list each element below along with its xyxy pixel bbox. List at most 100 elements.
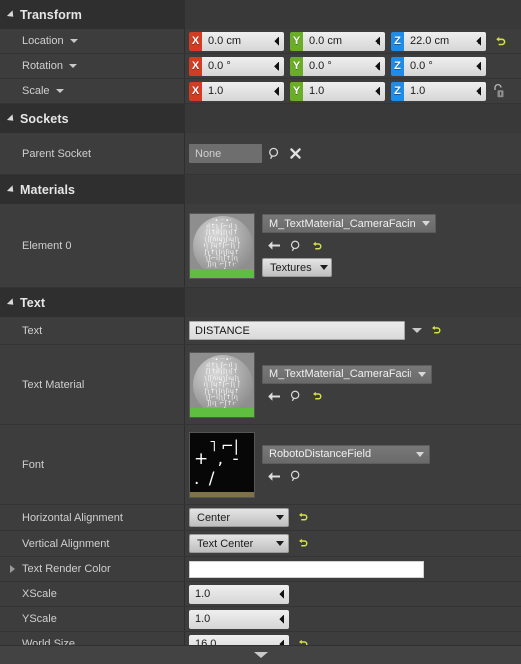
back-arrow-icon[interactable] — [266, 468, 283, 485]
row-value-text: DISTANCE — [185, 317, 521, 344]
text-material-thumbnail[interactable]: ·∙ ·ˑ∙· ıl↑ʅ ʃ⌐ıl ʅ ʃ|↑ılʅ|ʅıʃ↑ ʅ|ʃ∩ıɥʅʃıɥ|… — [189, 351, 255, 418]
row-label-scale[interactable]: Scale — [0, 79, 185, 103]
drag-handle-icon[interactable] — [472, 37, 481, 46]
collapse-triangle-icon[interactable] — [6, 9, 17, 20]
section-header-materials[interactable]: Materials — [0, 175, 521, 204]
magnifier-icon[interactable] — [287, 468, 304, 485]
chevron-down-icon[interactable] — [276, 541, 284, 546]
rotation-z-input[interactable]: 0.0 ° — [404, 56, 486, 76]
chevron-down-icon[interactable] — [319, 265, 328, 270]
reset-arrow-icon[interactable] — [297, 511, 310, 524]
horizontal-alignment-dropdown[interactable]: Center — [189, 508, 289, 527]
row-label-text-render-color[interactable]: Text Render Color — [0, 557, 185, 581]
label-text: Text — [22, 324, 43, 337]
thumbnail-glyph-overlay: ·∙ ·ˑ∙· ıl↑ʅ ʃ⌐ıl ʅ ʃ|↑ılʅ|ʅıʃ↑ ʅ|ʃ∩ıɥʅʃıɥ|… — [203, 217, 241, 272]
section-title: Text — [20, 295, 46, 310]
magnifier-icon[interactable] — [266, 145, 283, 162]
text-input-value: DISTANCE — [195, 324, 250, 337]
axis-label-z: Z — [391, 31, 404, 51]
font-asset-combo[interactable]: RobotoDistanceField — [262, 444, 430, 464]
back-arrow-icon[interactable] — [266, 388, 283, 405]
text-render-color-swatch[interactable] — [189, 560, 424, 578]
reset-arrow-icon[interactable] — [494, 35, 507, 48]
yscale-input[interactable]: 1.0 — [189, 609, 289, 629]
axis-label-y: Y — [290, 56, 303, 76]
font-thumbnail[interactable]: ˥ ⌐| + , - . / — [189, 431, 255, 498]
section-header-text[interactable]: Text — [0, 288, 521, 317]
text-material-asset-combo[interactable]: M_TextMaterial_CameraFacing — [262, 364, 432, 384]
drag-handle-icon[interactable] — [472, 62, 481, 71]
location-z-input[interactable]: 22.0 cm — [404, 31, 486, 51]
vertical-alignment-value: Text Center — [197, 537, 254, 550]
magnifier-icon[interactable] — [287, 237, 304, 254]
collapse-triangle-icon[interactable] — [6, 184, 17, 195]
drag-handle-icon[interactable] — [270, 37, 279, 46]
row-label-text: Text — [0, 317, 185, 344]
collapse-triangle-icon[interactable] — [6, 113, 17, 124]
reset-arrow-icon[interactable] — [308, 237, 325, 254]
drag-handle-icon[interactable] — [275, 615, 284, 624]
section-header-transform-left: Transform — [0, 0, 185, 29]
reset-arrow-icon[interactable] — [430, 324, 443, 337]
section-title: Transform — [20, 7, 83, 22]
scale-x-value: 1.0 — [208, 85, 224, 97]
drag-handle-icon[interactable] — [371, 62, 380, 71]
rotation-x-value: 0.0 ° — [208, 60, 231, 72]
drag-handle-icon[interactable] — [371, 37, 380, 46]
row-label-vertical-alignment: Vertical Alignment — [0, 531, 185, 556]
row-label-rotation[interactable]: Rotation — [0, 54, 185, 78]
chevron-down-icon[interactable] — [418, 371, 426, 377]
row-label-location[interactable]: Location — [0, 29, 185, 53]
drag-handle-icon[interactable] — [270, 62, 279, 71]
label-text: YScale — [22, 613, 57, 625]
chevron-down-icon[interactable] — [412, 328, 422, 333]
section-header-transform[interactable]: Transform — [0, 0, 521, 29]
label-text: Rotation — [22, 60, 63, 72]
location-x-value: 0.0 cm — [208, 35, 242, 47]
magnifier-icon[interactable] — [287, 388, 304, 405]
chevron-down-icon[interactable] — [422, 221, 430, 226]
thumbnail-ground — [190, 268, 254, 278]
clear-x-icon[interactable] — [287, 145, 304, 162]
location-y-input[interactable]: 0.0 cm — [303, 31, 385, 51]
expand-triangle-icon[interactable] — [10, 565, 15, 573]
scale-lock-icon[interactable] — [491, 83, 505, 99]
scroll-down-chevron-icon[interactable] — [253, 652, 268, 658]
textures-dropdown[interactable]: Textures — [262, 258, 332, 277]
text-material-controls: M_TextMaterial_CameraFacing — [262, 364, 432, 405]
scale-z-input[interactable]: 1.0 — [404, 81, 486, 101]
xscale-input[interactable]: 1.0 — [189, 584, 289, 604]
row-label-yscale: YScale — [0, 607, 185, 631]
element-0-asset-combo[interactable]: M_TextMaterial_CameraFacing — [262, 214, 436, 233]
drag-handle-icon[interactable] — [472, 87, 481, 96]
chevron-down-icon[interactable] — [276, 515, 284, 520]
parent-socket-field[interactable]: None — [189, 144, 262, 163]
chevron-down-icon[interactable] — [416, 451, 424, 457]
section-header-sockets[interactable]: Sockets — [0, 104, 521, 133]
chevron-down-icon[interactable] — [68, 64, 77, 68]
chevron-down-icon[interactable] — [55, 89, 64, 93]
material-thumbnail[interactable]: ·∙ ·ˑ∙· ıl↑ʅ ʃ⌐ıl ʅ ʃ|↑ılʅ|ʅıʃ↑ ʅ|ʃ∩ıɥʅʃıɥ|… — [189, 212, 255, 279]
reset-arrow-icon[interactable] — [308, 388, 325, 405]
scroll-down-footer[interactable] — [0, 645, 521, 664]
scale-x-input[interactable]: 1.0 — [202, 81, 284, 101]
collapse-triangle-icon[interactable] — [6, 297, 17, 308]
back-arrow-icon[interactable] — [266, 237, 283, 254]
scale-y-input[interactable]: 1.0 — [303, 81, 385, 101]
label-text: Horizontal Alignment — [22, 511, 123, 524]
axis-label-y: Y — [290, 81, 303, 101]
drag-handle-icon[interactable] — [275, 590, 284, 599]
drag-handle-icon[interactable] — [270, 87, 279, 96]
text-input[interactable]: DISTANCE — [189, 321, 405, 340]
drag-handle-icon[interactable] — [371, 87, 380, 96]
section-header-sockets-right — [185, 104, 521, 133]
location-x-input[interactable]: 0.0 cm — [202, 31, 284, 51]
rotation-x-input[interactable]: 0.0 ° — [202, 56, 284, 76]
vertical-alignment-dropdown[interactable]: Text Center — [189, 534, 289, 553]
label-text: Vertical Alignment — [22, 537, 110, 550]
details-panel: Transform Location X 0.0 cm Y 0.0 cm Z 2… — [0, 0, 521, 664]
rotation-y-input[interactable]: 0.0 ° — [303, 56, 385, 76]
reset-arrow-icon[interactable] — [297, 537, 310, 550]
font-asset-buttons — [262, 468, 430, 485]
chevron-down-icon[interactable] — [69, 39, 78, 43]
